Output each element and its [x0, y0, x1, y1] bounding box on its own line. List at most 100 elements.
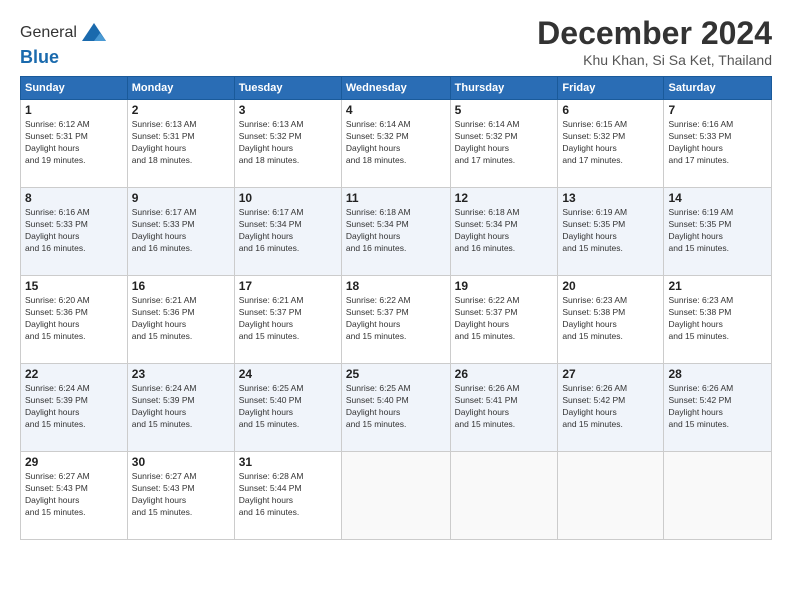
table-row: 9 Sunrise: 6:17 AMSunset: 5:33 PMDayligh… — [127, 188, 234, 276]
day-info: Sunrise: 6:27 AMSunset: 5:43 PMDaylight … — [132, 471, 230, 519]
table-row: 14 Sunrise: 6:19 AMSunset: 5:35 PMDaylig… — [664, 188, 772, 276]
day-number: 21 — [668, 279, 767, 293]
calendar-week-2: 8 Sunrise: 6:16 AMSunset: 5:33 PMDayligh… — [21, 188, 772, 276]
day-info: Sunrise: 6:13 AMSunset: 5:32 PMDaylight … — [239, 119, 337, 167]
day-number: 28 — [668, 367, 767, 381]
day-number: 15 — [25, 279, 123, 293]
col-sunday: Sunday — [21, 77, 128, 100]
day-info: Sunrise: 6:26 AMSunset: 5:41 PMDaylight … — [455, 383, 554, 431]
table-row: 25 Sunrise: 6:25 AMSunset: 5:40 PMDaylig… — [341, 364, 450, 452]
table-row: 20 Sunrise: 6:23 AMSunset: 5:38 PMDaylig… — [558, 276, 664, 364]
day-number: 29 — [25, 455, 123, 469]
day-info: Sunrise: 6:26 AMSunset: 5:42 PMDaylight … — [562, 383, 659, 431]
table-row: 23 Sunrise: 6:24 AMSunset: 5:39 PMDaylig… — [127, 364, 234, 452]
table-row: 26 Sunrise: 6:26 AMSunset: 5:41 PMDaylig… — [450, 364, 558, 452]
table-row: 12 Sunrise: 6:18 AMSunset: 5:34 PMDaylig… — [450, 188, 558, 276]
day-number: 8 — [25, 191, 123, 205]
calendar-header-row: Sunday Monday Tuesday Wednesday Thursday… — [21, 77, 772, 100]
day-number: 11 — [346, 191, 446, 205]
day-number: 16 — [132, 279, 230, 293]
header-area: General Blue December 2024 Khu Khan, Si … — [20, 15, 772, 68]
day-number: 10 — [239, 191, 337, 205]
day-number: 23 — [132, 367, 230, 381]
day-number: 24 — [239, 367, 337, 381]
col-saturday: Saturday — [664, 77, 772, 100]
day-info: Sunrise: 6:15 AMSunset: 5:32 PMDaylight … — [562, 119, 659, 167]
day-info: Sunrise: 6:23 AMSunset: 5:38 PMDaylight … — [668, 295, 767, 343]
day-number: 22 — [25, 367, 123, 381]
table-row: 31 Sunrise: 6:28 AMSunset: 5:44 PMDaylig… — [234, 452, 341, 540]
table-row — [558, 452, 664, 540]
table-row: 7 Sunrise: 6:16 AMSunset: 5:33 PMDayligh… — [664, 100, 772, 188]
day-number: 2 — [132, 103, 230, 117]
calendar-week-5: 29 Sunrise: 6:27 AMSunset: 5:43 PMDaylig… — [21, 452, 772, 540]
day-number: 31 — [239, 455, 337, 469]
day-info: Sunrise: 6:21 AMSunset: 5:37 PMDaylight … — [239, 295, 337, 343]
day-info: Sunrise: 6:16 AMSunset: 5:33 PMDaylight … — [668, 119, 767, 167]
table-row: 2 Sunrise: 6:13 AMSunset: 5:31 PMDayligh… — [127, 100, 234, 188]
day-number: 6 — [562, 103, 659, 117]
table-row: 15 Sunrise: 6:20 AMSunset: 5:36 PMDaylig… — [21, 276, 128, 364]
table-row: 19 Sunrise: 6:22 AMSunset: 5:37 PMDaylig… — [450, 276, 558, 364]
day-number: 14 — [668, 191, 767, 205]
day-info: Sunrise: 6:25 AMSunset: 5:40 PMDaylight … — [346, 383, 446, 431]
title-area: December 2024 Khu Khan, Si Sa Ket, Thail… — [537, 15, 772, 68]
calendar-table: Sunday Monday Tuesday Wednesday Thursday… — [20, 76, 772, 540]
col-monday: Monday — [127, 77, 234, 100]
table-row: 4 Sunrise: 6:14 AMSunset: 5:32 PMDayligh… — [341, 100, 450, 188]
day-info: Sunrise: 6:24 AMSunset: 5:39 PMDaylight … — [25, 383, 123, 431]
day-info: Sunrise: 6:18 AMSunset: 5:34 PMDaylight … — [455, 207, 554, 255]
day-info: Sunrise: 6:18 AMSunset: 5:34 PMDaylight … — [346, 207, 446, 255]
calendar-week-3: 15 Sunrise: 6:20 AMSunset: 5:36 PMDaylig… — [21, 276, 772, 364]
table-row: 18 Sunrise: 6:22 AMSunset: 5:37 PMDaylig… — [341, 276, 450, 364]
logo: General Blue — [20, 19, 108, 68]
table-row: 13 Sunrise: 6:19 AMSunset: 5:35 PMDaylig… — [558, 188, 664, 276]
calendar-week-4: 22 Sunrise: 6:24 AMSunset: 5:39 PMDaylig… — [21, 364, 772, 452]
table-row: 17 Sunrise: 6:21 AMSunset: 5:37 PMDaylig… — [234, 276, 341, 364]
subtitle: Khu Khan, Si Sa Ket, Thailand — [537, 52, 772, 68]
col-tuesday: Tuesday — [234, 77, 341, 100]
table-row: 5 Sunrise: 6:14 AMSunset: 5:32 PMDayligh… — [450, 100, 558, 188]
day-number: 26 — [455, 367, 554, 381]
day-info: Sunrise: 6:16 AMSunset: 5:33 PMDaylight … — [25, 207, 123, 255]
table-row — [450, 452, 558, 540]
table-row: 6 Sunrise: 6:15 AMSunset: 5:32 PMDayligh… — [558, 100, 664, 188]
day-number: 20 — [562, 279, 659, 293]
day-number: 3 — [239, 103, 337, 117]
day-info: Sunrise: 6:25 AMSunset: 5:40 PMDaylight … — [239, 383, 337, 431]
day-number: 4 — [346, 103, 446, 117]
logo-icon — [80, 19, 108, 47]
col-friday: Friday — [558, 77, 664, 100]
day-info: Sunrise: 6:19 AMSunset: 5:35 PMDaylight … — [562, 207, 659, 255]
day-number: 19 — [455, 279, 554, 293]
day-number: 17 — [239, 279, 337, 293]
day-number: 12 — [455, 191, 554, 205]
day-info: Sunrise: 6:22 AMSunset: 5:37 PMDaylight … — [346, 295, 446, 343]
logo-blue-text: Blue — [20, 47, 108, 68]
day-number: 5 — [455, 103, 554, 117]
table-row: 8 Sunrise: 6:16 AMSunset: 5:33 PMDayligh… — [21, 188, 128, 276]
table-row — [664, 452, 772, 540]
day-info: Sunrise: 6:24 AMSunset: 5:39 PMDaylight … — [132, 383, 230, 431]
day-number: 25 — [346, 367, 446, 381]
page: General Blue December 2024 Khu Khan, Si … — [0, 0, 792, 612]
table-row: 11 Sunrise: 6:18 AMSunset: 5:34 PMDaylig… — [341, 188, 450, 276]
day-number: 30 — [132, 455, 230, 469]
calendar-week-1: 1 Sunrise: 6:12 AMSunset: 5:31 PMDayligh… — [21, 100, 772, 188]
table-row: 3 Sunrise: 6:13 AMSunset: 5:32 PMDayligh… — [234, 100, 341, 188]
day-info: Sunrise: 6:27 AMSunset: 5:43 PMDaylight … — [25, 471, 123, 519]
table-row: 21 Sunrise: 6:23 AMSunset: 5:38 PMDaylig… — [664, 276, 772, 364]
table-row: 29 Sunrise: 6:27 AMSunset: 5:43 PMDaylig… — [21, 452, 128, 540]
day-number: 13 — [562, 191, 659, 205]
day-info: Sunrise: 6:26 AMSunset: 5:42 PMDaylight … — [668, 383, 767, 431]
logo-line1: General — [20, 19, 108, 47]
day-info: Sunrise: 6:22 AMSunset: 5:37 PMDaylight … — [455, 295, 554, 343]
day-number: 9 — [132, 191, 230, 205]
table-row: 22 Sunrise: 6:24 AMSunset: 5:39 PMDaylig… — [21, 364, 128, 452]
day-info: Sunrise: 6:17 AMSunset: 5:33 PMDaylight … — [132, 207, 230, 255]
day-number: 27 — [562, 367, 659, 381]
day-info: Sunrise: 6:19 AMSunset: 5:35 PMDaylight … — [668, 207, 767, 255]
day-number: 7 — [668, 103, 767, 117]
table-row: 10 Sunrise: 6:17 AMSunset: 5:34 PMDaylig… — [234, 188, 341, 276]
day-info: Sunrise: 6:13 AMSunset: 5:31 PMDaylight … — [132, 119, 230, 167]
